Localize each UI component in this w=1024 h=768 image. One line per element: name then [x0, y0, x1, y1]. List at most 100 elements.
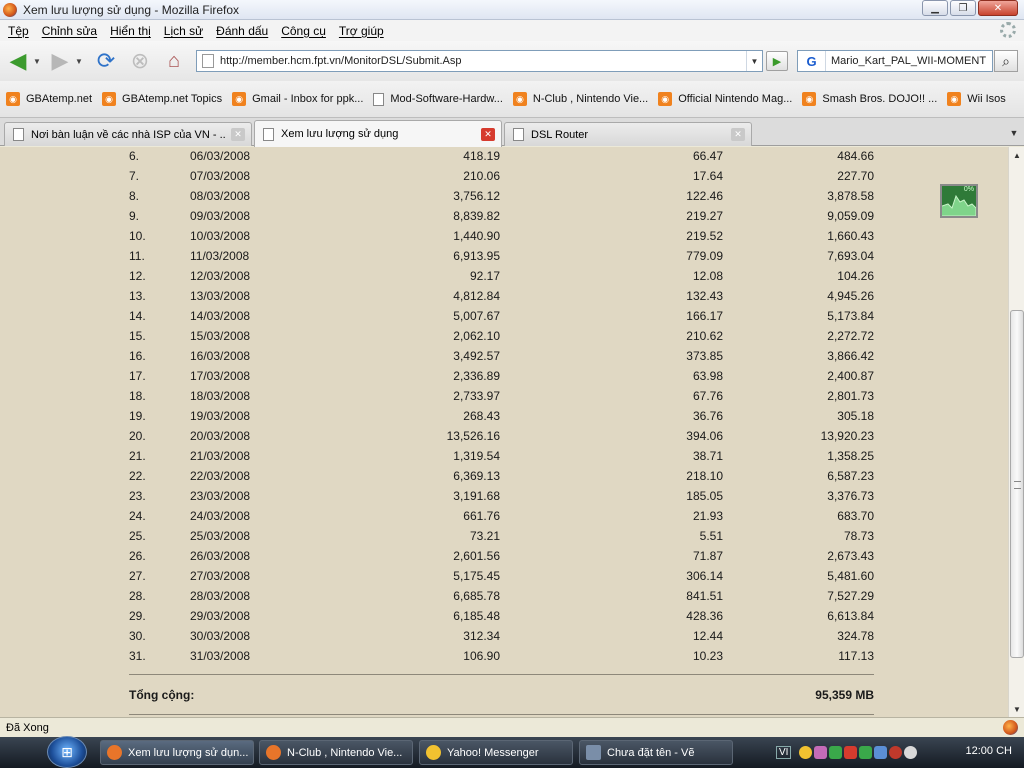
home-button[interactable]: ⌂: [160, 47, 188, 75]
table-row: 26. 26/03/2008 2,601.56 71.87 2,673.43: [0, 547, 1008, 567]
forward-history-dropdown[interactable]: ▼: [74, 47, 84, 75]
search-button[interactable]: ⌕: [994, 50, 1018, 72]
row-upload: 17.64: [692, 169, 723, 183]
page-icon: [513, 128, 524, 141]
tab-label: Xem lưu lượng sử dụng: [281, 128, 399, 140]
menu-bookmarks[interactable]: Đánh dấu: [210, 24, 275, 38]
url-history-dropdown[interactable]: ▼: [746, 51, 762, 71]
search-input[interactable]: Mario_Kart_PAL_WII-MOMENT: [826, 55, 986, 67]
row-total: 2,801.73: [827, 389, 874, 403]
search-bar[interactable]: G Mario_Kart_PAL_WII-MOMENT: [797, 50, 993, 72]
close-button[interactable]: ✕: [978, 0, 1018, 16]
menu-history[interactable]: Lịch sử: [158, 24, 210, 38]
network-tray-icon[interactable]: [859, 746, 873, 759]
row-upload: 218.10: [686, 469, 723, 483]
tab-isp-forum[interactable]: Nơi bàn luận về các nhà ISP của VN - ...…: [4, 122, 252, 146]
menu-file[interactable]: Tệp: [2, 24, 36, 38]
url-text[interactable]: http://member.hcm.fpt.vn/MonitorDSL/Subm…: [220, 55, 746, 67]
reload-button[interactable]: ⟳: [92, 47, 120, 75]
bookmark-label: Official Nintendo Mag...: [678, 93, 793, 105]
bookmark-item[interactable]: ◉ Gmail - Inbox for ppk...: [232, 92, 363, 106]
close-tab-icon[interactable]: ✕: [231, 128, 245, 141]
row-upload: 67.76: [692, 389, 723, 403]
row-index: 6.: [129, 149, 140, 163]
row-index: 7.: [129, 169, 140, 183]
throbber-icon: [1000, 22, 1016, 38]
messenger-tray-icon[interactable]: [799, 746, 813, 759]
close-tab-icon[interactable]: ✕: [481, 127, 495, 141]
tab-label: DSL Router: [531, 128, 589, 141]
row-total: 484.66: [837, 149, 874, 163]
row-download: 4,812.84: [453, 289, 500, 303]
search-engine-icon[interactable]: G: [798, 51, 826, 71]
gmail-notifier-tray-icon[interactable]: [814, 746, 828, 759]
close-tab-icon[interactable]: ✕: [731, 128, 745, 141]
row-download: 6,185.48: [453, 609, 500, 623]
menu-tools[interactable]: Công cụ: [275, 24, 333, 38]
forward-button[interactable]: ▶: [46, 47, 74, 75]
menu-help[interactable]: Trợ giúp: [333, 24, 391, 38]
bookmark-item[interactable]: ◉ Wii Isos: [947, 92, 1006, 106]
row-index: 12.: [129, 269, 146, 283]
window-controls: ▁ ❐ ✕: [922, 0, 1018, 16]
row-index: 18.: [129, 389, 146, 403]
status-bar: Đã Xong: [0, 717, 1024, 737]
taskbar-item-firefox-usage[interactable]: Xem lưu lượng sử dụn...: [100, 740, 254, 765]
firefox-icon: [266, 745, 281, 760]
go-button[interactable]: ▶: [766, 51, 788, 71]
row-date: 30/03/2008: [190, 629, 251, 643]
maximize-button[interactable]: ❐: [950, 0, 976, 16]
security-tray-icon[interactable]: [889, 746, 903, 759]
stop-button[interactable]: ⊗: [126, 47, 154, 75]
media-tray-icon[interactable]: [829, 746, 843, 759]
firefox-status-icon[interactable]: [1003, 720, 1018, 735]
scroll-up-arrow-icon[interactable]: ▲: [1009, 147, 1024, 163]
bookmark-item[interactable]: ◉ GBAtemp.net Topics: [102, 92, 222, 106]
page-icon: [263, 127, 274, 141]
firefox-icon: [3, 2, 17, 17]
row-download: 3,191.68: [453, 489, 500, 503]
language-indicator[interactable]: VI: [776, 746, 792, 759]
taskbar-item-firefox-nclub[interactable]: N-Club , Nintendo Vie...: [259, 740, 413, 765]
back-button[interactable]: ◀: [4, 47, 32, 75]
row-date: 20/03/2008: [190, 429, 251, 443]
list-all-tabs-button[interactable]: ▼: [1006, 124, 1022, 142]
antivirus-tray-icon[interactable]: [844, 746, 858, 759]
row-date: 06/03/2008: [190, 149, 251, 163]
start-button[interactable]: ⊞: [47, 736, 87, 768]
display-tray-icon[interactable]: [874, 746, 888, 759]
table-row: 15. 15/03/2008 2,062.10 210.62 2,272.72: [0, 327, 1008, 347]
menu-edit[interactable]: Chỉnh sửa: [36, 24, 104, 38]
row-date: 09/03/2008: [190, 209, 251, 223]
bookmark-item[interactable]: ◉ N-Club , Nintendo Vie...: [512, 92, 648, 106]
row-upload: 210.62: [686, 329, 723, 343]
scroll-down-arrow-icon[interactable]: ▼: [1009, 701, 1024, 717]
title-bar: Xem lưu lượng sử dụng - Mozilla Firefox …: [0, 0, 1024, 20]
row-index: 9.: [129, 209, 140, 223]
row-upload: 71.87: [692, 549, 723, 563]
bookmark-item[interactable]: ◉ GBAtemp.net: [6, 92, 92, 106]
scroll-thumb[interactable]: [1010, 310, 1024, 658]
url-bar[interactable]: http://member.hcm.fpt.vn/MonitorDSL/Subm…: [196, 50, 763, 72]
row-total: 5,481.60: [827, 569, 874, 583]
volume-tray-icon[interactable]: [904, 746, 918, 759]
tab-dsl-router[interactable]: DSL Router ✕: [504, 122, 752, 146]
task-label: Yahoo! Messenger: [447, 746, 539, 759]
back-history-dropdown[interactable]: ▼: [32, 47, 42, 75]
taskbar-item-paint[interactable]: Chưa đặt tên - Vẽ: [579, 740, 733, 765]
bookmark-item[interactable]: ◉ Official Nintendo Mag...: [658, 92, 792, 106]
row-download: 210.06: [463, 169, 500, 183]
tab-usage[interactable]: Xem lưu lượng sử dụng ✕: [254, 120, 502, 147]
table-row: 23. 23/03/2008 3,191.68 185.05 3,376.73: [0, 487, 1008, 507]
row-download: 6,685.78: [453, 589, 500, 603]
minimize-button[interactable]: ▁: [922, 0, 948, 16]
bookmark-item[interactable]: Mod-Software-Hardw...: [373, 92, 503, 106]
rss-icon: ◉: [802, 92, 817, 106]
row-download: 1,319.54: [453, 449, 500, 463]
table-row: 22. 22/03/2008 6,369.13 218.10 6,587.23: [0, 467, 1008, 487]
menu-view[interactable]: Hiển thị: [104, 24, 158, 38]
vertical-scrollbar[interactable]: ▲ ▼: [1008, 147, 1024, 717]
bookmark-item[interactable]: ◉ Smash Bros. DOJO!! ...: [802, 92, 937, 106]
taskbar-item-yahoo-messenger[interactable]: Yahoo! Messenger: [419, 740, 573, 765]
clock[interactable]: 12:00 CH: [966, 745, 1012, 757]
